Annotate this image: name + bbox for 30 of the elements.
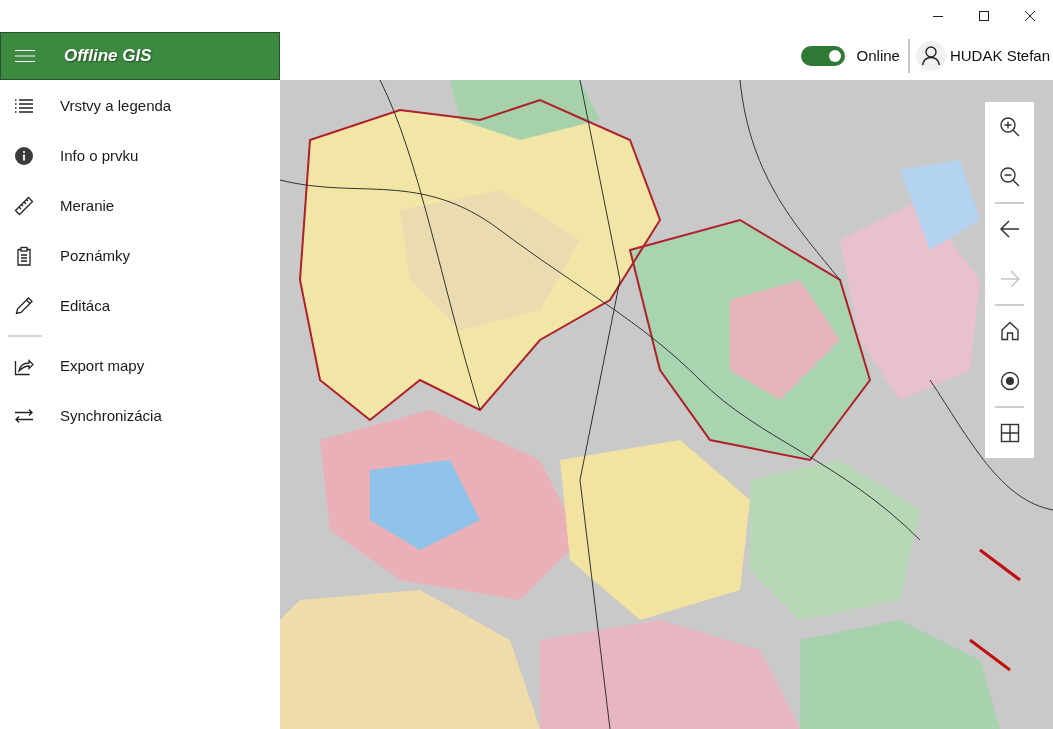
list-icon xyxy=(14,96,34,116)
zoom-in-icon xyxy=(998,116,1021,138)
menu-item[interactable]: Vrstvy a legenda xyxy=(0,81,280,131)
target-icon xyxy=(998,370,1021,392)
arrow-left-icon xyxy=(998,218,1021,240)
menu-icon xyxy=(15,50,35,62)
menu-item[interactable]: Synchronizácia xyxy=(0,391,280,441)
status-label: Online xyxy=(856,45,900,66)
menu-item[interactable]: Meranie xyxy=(0,181,280,231)
pencil-icon xyxy=(14,296,34,316)
sync-icon xyxy=(14,406,34,426)
grid-icon xyxy=(998,422,1021,444)
maximize-icon xyxy=(979,11,989,21)
menu-item[interactable]: Poznámky xyxy=(0,231,280,281)
menu-item[interactable]: Info o prvku xyxy=(0,131,280,181)
close-icon xyxy=(1025,11,1035,21)
home-icon xyxy=(998,320,1021,342)
clipboard-icon xyxy=(14,246,34,266)
minimize-icon xyxy=(933,15,943,17)
online-toggle[interactable] xyxy=(800,46,845,66)
menu-item[interactable]: Export mapy xyxy=(0,341,280,391)
arrow-right-icon xyxy=(998,268,1021,290)
share-icon xyxy=(14,356,34,376)
ruler-icon xyxy=(14,196,34,216)
app-title: Offline GIS xyxy=(64,45,152,68)
user-button[interactable]: HUDAK Stefan xyxy=(915,41,1053,71)
info-icon xyxy=(14,146,34,166)
menu-item[interactable]: Editáca xyxy=(0,281,280,331)
zoom-out-icon xyxy=(998,166,1021,188)
user-icon xyxy=(915,41,946,71)
